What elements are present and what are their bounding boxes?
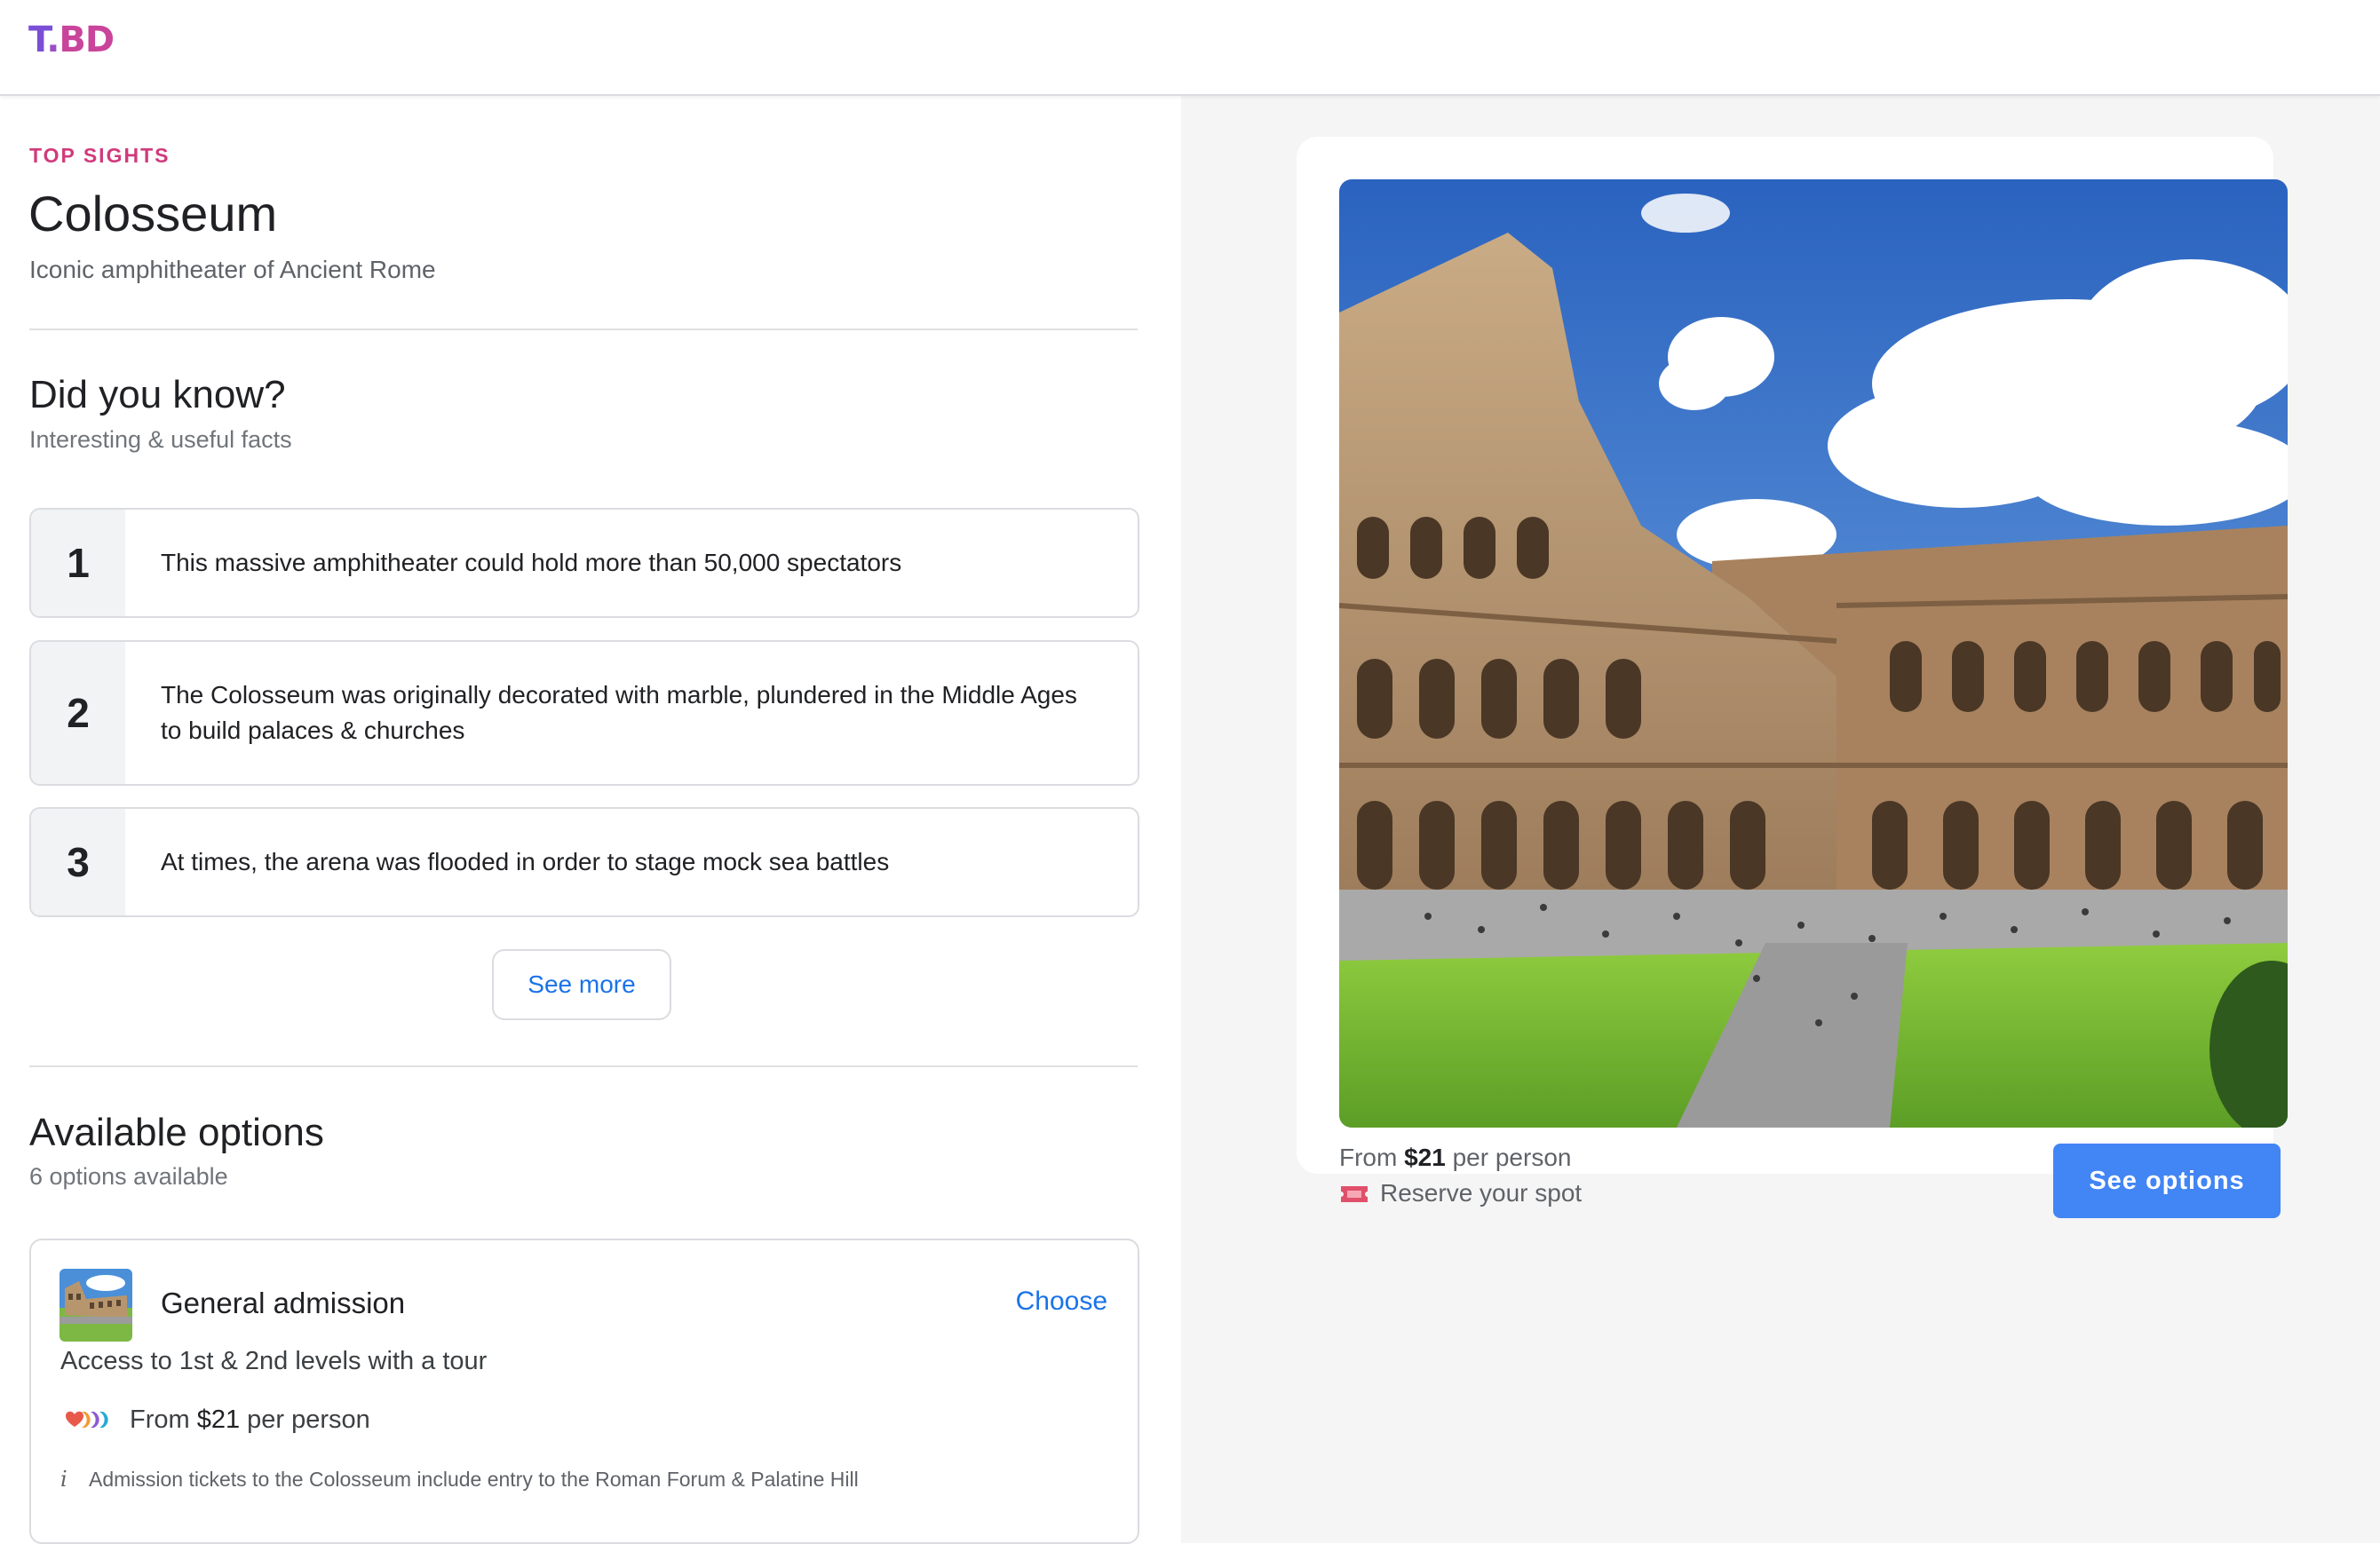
booking-price: From $21 per person <box>1339 1144 1572 1171</box>
fact-text: At times, the arena was flooded in order… <box>161 848 890 875</box>
options-heading: Available options <box>29 1111 324 1154</box>
option-price: From $21 per person <box>130 1405 370 1434</box>
choose-link[interactable]: Choose <box>1016 1287 1107 1317</box>
booking-card: From $21 per person Reserve your spot Se… <box>1297 137 2288 1218</box>
facts-subheading: Interesting & useful facts <box>29 426 292 453</box>
option-description: Access to 1st & 2nd levels with a tour <box>60 1347 488 1375</box>
reserve-label: Reserve your spot <box>1380 1179 1583 1207</box>
fact-text: This massive amphitheater could hold mor… <box>161 549 902 576</box>
option-title: General admission <box>161 1287 406 1319</box>
logo-part-bd: BD <box>59 20 115 60</box>
divider <box>29 329 1138 330</box>
reserve-row: Reserve your spot <box>1339 1179 1582 1207</box>
options-subheading: 6 options available <box>29 1163 228 1190</box>
fact-card: 3 At times, the arena was flooded in ord… <box>29 807 1139 917</box>
logo-part-t: T <box>28 20 47 60</box>
option-info-row: i Admission tickets to the Colosseum inc… <box>60 1467 859 1492</box>
logo[interactable]: T.BD <box>28 20 115 60</box>
logo-part-dot: . <box>46 20 60 60</box>
fact-card: 2 The Colosseum was originally decorated… <box>29 640 1139 786</box>
fact-number: 1 <box>31 510 125 616</box>
fact-number: 2 <box>31 642 125 784</box>
fact-text: The Colosseum was originally decorated w… <box>161 681 1077 744</box>
main-content: TOP SIGHTS Colosseum Iconic amphitheater… <box>0 96 1181 1544</box>
divider <box>29 1065 1138 1067</box>
fact-card: 1 This massive amphitheater could hold m… <box>29 508 1139 618</box>
page-subtitle: Iconic amphitheater of Ancient Rome <box>29 256 436 283</box>
option-card[interactable]: General admission Choose Access to 1st &… <box>29 1239 1139 1544</box>
facts-heading: Did you know? <box>29 373 286 416</box>
provider-logos-icon <box>60 1405 117 1435</box>
eyebrow-label: TOP SIGHTS <box>29 144 171 167</box>
see-more-button[interactable]: See more <box>492 949 671 1020</box>
colosseum-photo <box>1339 179 2288 1128</box>
option-thumbnail <box>60 1269 132 1342</box>
top-bar: T.BD <box>0 0 2380 96</box>
option-info-text: Admission tickets to the Colosseum inclu… <box>89 1467 859 1491</box>
ticket-icon <box>1339 1183 1369 1204</box>
fact-number: 3 <box>31 809 125 915</box>
booking-panel: From $21 per person Reserve your spot Se… <box>1181 96 2380 1543</box>
info-icon: i <box>60 1467 67 1492</box>
page-title: Colosseum <box>28 186 278 241</box>
option-price-row: From $21 per person <box>60 1402 370 1437</box>
see-options-button[interactable]: See options <box>2053 1144 2281 1218</box>
